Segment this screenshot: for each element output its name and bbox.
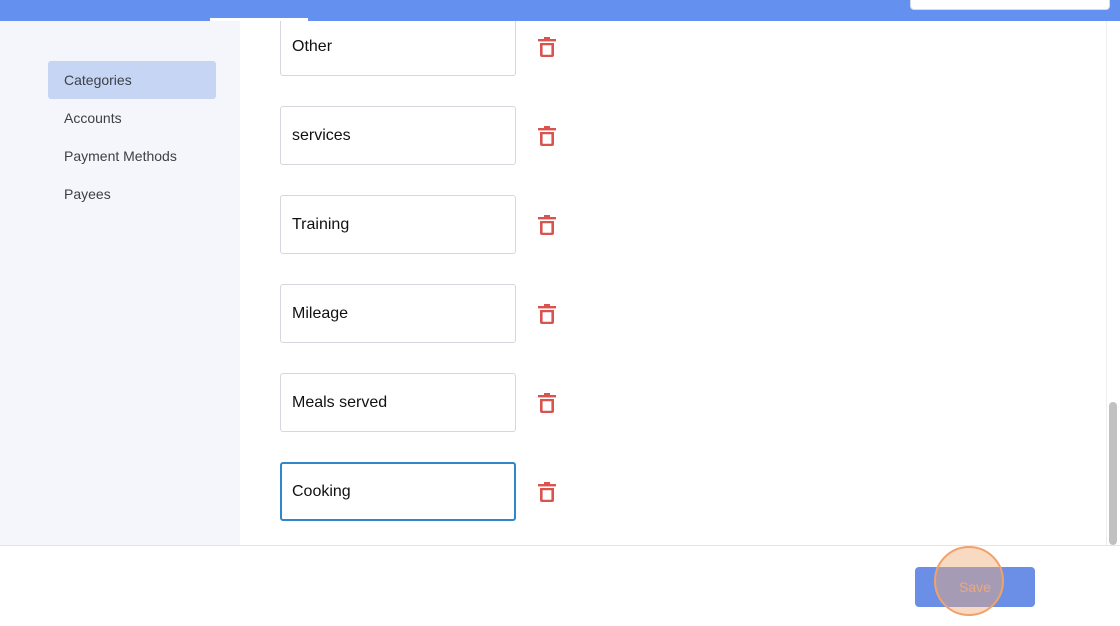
category-row xyxy=(280,373,580,432)
top-navigation-bar xyxy=(0,0,1120,21)
category-name-input[interactable] xyxy=(280,195,516,254)
trash-icon[interactable] xyxy=(538,393,556,413)
category-name-input[interactable] xyxy=(280,21,516,76)
category-row xyxy=(280,195,580,254)
sidebar-item-payment-methods[interactable]: Payment Methods xyxy=(48,137,216,175)
settings-sidebar: Categories Accounts Payment Methods Paye… xyxy=(0,21,240,545)
trash-icon[interactable] xyxy=(538,215,556,235)
sidebar-item-accounts[interactable]: Accounts xyxy=(48,99,216,137)
sidebar-item-payees[interactable]: Payees xyxy=(48,175,216,213)
category-name-input[interactable] xyxy=(280,284,516,343)
category-row xyxy=(280,462,580,521)
save-button[interactable]: Save xyxy=(915,567,1035,607)
category-row xyxy=(280,284,580,343)
scrollbar-thumb[interactable] xyxy=(1109,402,1117,545)
category-name-input[interactable] xyxy=(280,462,516,521)
trash-icon[interactable] xyxy=(538,482,556,502)
trash-icon[interactable] xyxy=(538,126,556,146)
search-box[interactable] xyxy=(910,0,1110,10)
category-row xyxy=(280,106,580,165)
category-row xyxy=(280,21,580,76)
footer-bar: Save xyxy=(0,545,1120,626)
sidebar-item-categories[interactable]: Categories xyxy=(48,61,216,99)
trash-icon[interactable] xyxy=(538,304,556,324)
category-name-input[interactable] xyxy=(280,106,516,165)
category-name-input[interactable] xyxy=(280,373,516,432)
trash-icon[interactable] xyxy=(538,37,556,57)
categories-list xyxy=(240,21,1106,545)
